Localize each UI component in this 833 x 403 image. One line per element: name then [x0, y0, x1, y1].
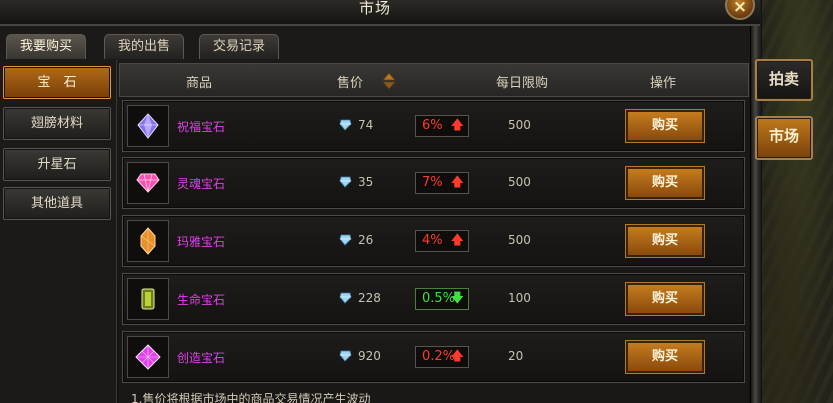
arrow-up-icon: 🡅: [450, 118, 464, 133]
item-slot[interactable]: [127, 220, 169, 262]
price-change-value: 6%: [422, 118, 443, 133]
orange-gem-icon: [140, 227, 156, 255]
header-price: 售价: [337, 76, 364, 91]
daily-limit: 500: [508, 118, 531, 132]
item-name: 灵魂宝石: [177, 177, 226, 191]
price-change: 7% 🡅: [415, 172, 469, 194]
market-table: 商品 售价 每日限购 操作 祝福宝石 74 6% 🡅 500 购买 灵魂宝石 3…: [119, 63, 749, 403]
table-header: 商品 售价 每日限购 操作: [119, 63, 749, 97]
footer-note: 1.售价将根据市场中的商品交易情况产生波动: [131, 392, 371, 403]
purple-gem-icon: [137, 113, 159, 139]
buy-button[interactable]: 购买: [625, 224, 705, 258]
diamond-currency-icon: [339, 350, 352, 362]
item-slot[interactable]: [127, 162, 169, 204]
buy-button[interactable]: 购买: [625, 166, 705, 200]
price-change: 0.5% 🡇: [415, 288, 469, 310]
tab-my-sales[interactable]: 我的出售: [104, 34, 185, 59]
arrow-up-icon: 🡅: [450, 233, 464, 248]
auction-tab[interactable]: 拍卖: [755, 59, 813, 101]
tab-trade-history[interactable]: 交易记录: [199, 34, 280, 59]
item-name: 创造宝石: [177, 351, 226, 365]
item-price: 228: [358, 291, 381, 305]
price-change-value: 4%: [422, 233, 443, 248]
sidebar-item-wing-materials[interactable]: 翅膀材料: [3, 107, 111, 140]
diamond-currency-icon: [339, 176, 352, 188]
close-icon: ×: [732, 0, 748, 17]
table-row: 生命宝石 228 0.5% 🡇 100 购买: [122, 273, 745, 325]
item-price: 35: [358, 175, 374, 189]
item-price: 74: [358, 118, 374, 132]
category-sidebar: 宝 石 翅膀材料 升星石 其他道具: [0, 60, 117, 403]
table-row: 灵魂宝石 35 7% 🡅 500 购买: [122, 157, 745, 209]
daily-limit: 500: [508, 233, 531, 247]
pink-gem-icon: [136, 173, 160, 193]
green-gem-icon: [141, 288, 155, 310]
item-name: 祝福宝石: [177, 120, 226, 134]
price-change: 0.2% 🡅: [415, 346, 469, 368]
item-price: 26: [358, 233, 374, 247]
sidebar-item-star-stones[interactable]: 升星石: [3, 148, 111, 181]
table-row: 玛雅宝石 26 4% 🡅 500 购买: [122, 215, 745, 267]
sort-icon[interactable]: [382, 72, 396, 90]
item-slot[interactable]: [127, 105, 169, 147]
arrow-down-icon: 🡇: [450, 291, 464, 306]
daily-limit: 500: [508, 175, 531, 189]
header-daily-limit: 每日限购: [496, 76, 549, 91]
daily-limit: 20: [508, 349, 524, 363]
diamond-currency-icon: [339, 119, 352, 131]
diamond-currency-icon: [339, 234, 352, 246]
item-name: 生命宝石: [177, 293, 226, 307]
market-tab[interactable]: 市场: [755, 116, 813, 160]
price-change: 6% 🡅: [415, 115, 469, 137]
buy-button[interactable]: 购买: [625, 282, 705, 316]
buy-button[interactable]: 购买: [625, 340, 705, 374]
magenta-gem-icon: [135, 344, 161, 370]
diamond-currency-icon: [339, 292, 352, 304]
sidebar-item-gems[interactable]: 宝 石: [3, 66, 111, 99]
arrow-up-icon: 🡅: [450, 349, 464, 364]
window-title: 市场: [358, 0, 391, 17]
price-change-value: 7%: [422, 175, 443, 190]
item-slot[interactable]: [127, 336, 169, 378]
arrow-up-icon: 🡅: [450, 175, 464, 190]
item-name: 玛雅宝石: [177, 235, 226, 249]
table-row: 祝福宝石 74 6% 🡅 500 购买: [122, 100, 745, 152]
table-row: 创造宝石 920 0.2% 🡅 20 购买: [122, 331, 745, 383]
tab-buy[interactable]: 我要购买: [6, 34, 87, 59]
item-slot[interactable]: [127, 278, 169, 320]
buy-button[interactable]: 购买: [625, 109, 705, 143]
header-item: 商品: [186, 76, 213, 91]
daily-limit: 100: [508, 291, 531, 305]
price-change: 4% 🡅: [415, 230, 469, 252]
header-action: 操作: [650, 76, 677, 91]
item-price: 920: [358, 349, 381, 363]
title-bar: 市场: [0, 0, 760, 26]
sidebar-item-other-items[interactable]: 其他道具: [3, 187, 111, 220]
